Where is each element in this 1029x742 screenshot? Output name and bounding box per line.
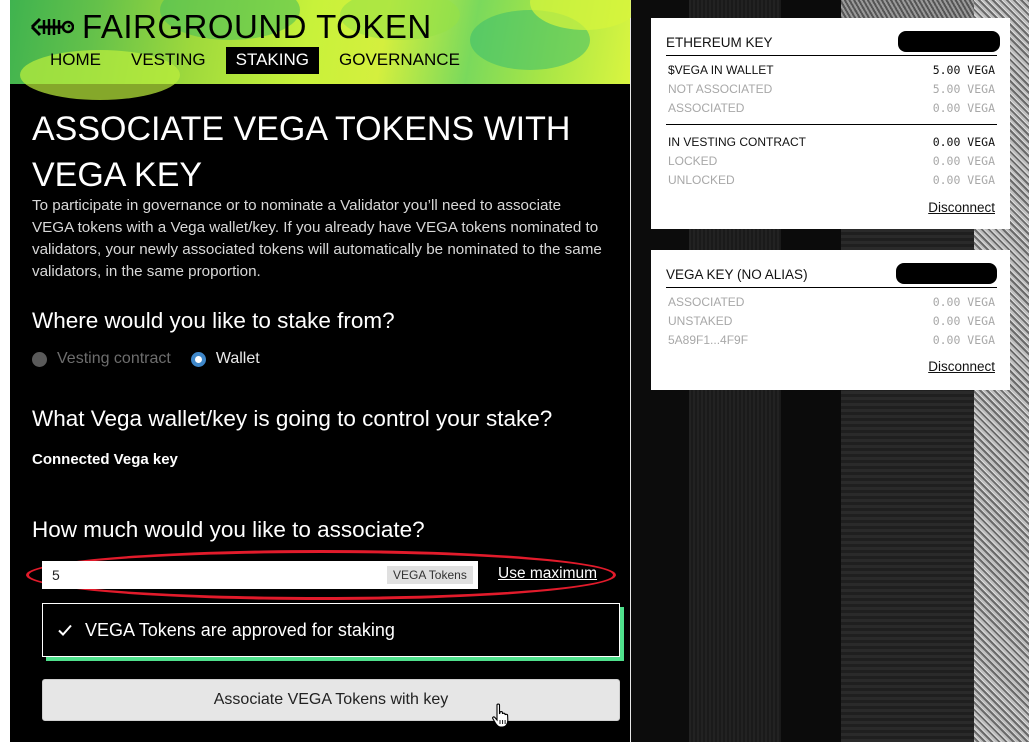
wallet-key-heading: What Vega wallet/key is going to control… (32, 406, 553, 431)
row-value: 0.00 VEGA (932, 154, 995, 168)
divider (666, 124, 997, 125)
row-label: ASSOCIATED (668, 101, 745, 115)
nav-home[interactable]: HOME (40, 47, 111, 74)
row-value: 0.00 VEGA (932, 314, 995, 328)
row-value: 0.00 VEGA (932, 295, 995, 309)
row-label: ASSOCIATED (668, 295, 745, 309)
page-title: ASSOCIATE VEGA TOKENS WITH VEGA KEY (32, 110, 571, 194)
redacted-key (896, 263, 997, 284)
vega-key-card: VEGA KEY (NO ALIAS) ASSOCIATED 0.00 VEGA… (651, 250, 1010, 390)
radio-wallet[interactable] (190, 351, 206, 367)
stake-from-heading: Where would you like to stake from? (32, 308, 395, 333)
unlocked-row: UNLOCKED 0.00 VEGA (668, 173, 995, 187)
radio-wallet-label[interactable]: Wallet (216, 350, 260, 368)
nav-vesting[interactable]: VESTING (121, 47, 216, 74)
locked-row: LOCKED 0.00 VEGA (668, 154, 995, 168)
staking-panel: FAIRGROUND TOKEN HOME VESTING STAKING GO… (0, 0, 640, 742)
approval-status-callout: VEGA Tokens are approved for staking (42, 603, 620, 657)
ethereum-key-card: ETHEREUM KEY $VEGA IN WALLET 5.00 VEGA N… (651, 18, 1010, 229)
unstaked-row: UNSTAKED 0.00 VEGA (668, 314, 995, 328)
row-value: 5.00 VEGA (932, 82, 995, 96)
ethereum-key-title: ETHEREUM KEY (666, 35, 773, 50)
row-label: IN VESTING CONTRACT (668, 135, 807, 149)
radio-vesting-label[interactable]: Vesting contract (57, 350, 171, 368)
amount-unit-badge: VEGA Tokens (387, 566, 473, 584)
row-label: LOCKED (668, 154, 718, 168)
stake-source-radio-group: Vesting contract Wallet (32, 350, 260, 368)
main-nav: HOME VESTING STAKING GOVERNANCE (40, 47, 480, 74)
nav-staking[interactable]: STAKING (225, 47, 319, 74)
row-value: 0.00 VEGA (932, 173, 995, 187)
vega-associated-row: ASSOCIATED 0.00 VEGA (668, 295, 995, 309)
row-label: UNLOCKED (668, 173, 735, 187)
nav-governance[interactable]: GOVERNANCE (329, 47, 470, 74)
vega-disconnect-link[interactable]: Disconnect (928, 359, 995, 374)
ethereum-disconnect-link[interactable]: Disconnect (928, 200, 995, 215)
divider (666, 287, 997, 288)
node-stake-row: 5A89F1...4F9F 0.00 VEGA (668, 333, 995, 347)
row-label: NOT ASSOCIATED (668, 82, 773, 96)
in-vesting-contract-row: IN VESTING CONTRACT 0.00 VEGA (668, 135, 995, 149)
app-title: FAIRGROUND TOKEN (82, 8, 432, 45)
row-value: 0.00 VEGA (932, 101, 995, 115)
vega-key-title: VEGA KEY (NO ALIAS) (666, 267, 808, 282)
intro-text: To participate in governance or to nomin… (32, 197, 602, 280)
connected-vega-key-label: Connected Vega key (32, 451, 178, 468)
use-maximum-link[interactable]: Use maximum (498, 565, 597, 583)
redacted-address (898, 31, 1000, 52)
associate-tokens-button[interactable]: Associate VEGA Tokens with key (42, 679, 620, 721)
radio-vesting-contract[interactable] (32, 351, 47, 367)
checkmark-icon (58, 624, 72, 636)
row-label: UNSTAKED (668, 314, 733, 328)
row-value: 0.00 VEGA (932, 135, 995, 149)
fish-skeleton-logo-icon (30, 17, 74, 37)
associated-row: ASSOCIATED 0.00 VEGA (668, 101, 995, 115)
amount-heading: How much would you like to associate? (32, 517, 425, 542)
row-label: $VEGA IN WALLET (668, 63, 774, 77)
divider (666, 55, 997, 56)
not-associated-row: NOT ASSOCIATED 5.00 VEGA (668, 82, 995, 96)
row-value: 0.00 VEGA (932, 333, 995, 347)
app-header: FAIRGROUND TOKEN HOME VESTING STAKING GO… (10, 0, 640, 100)
row-label: 5A89F1...4F9F (668, 333, 749, 347)
vega-in-wallet-row: $VEGA IN WALLET 5.00 VEGA (668, 63, 995, 77)
hand-pointer-cursor-icon (492, 703, 509, 728)
approval-status-text: VEGA Tokens are approved for staking (85, 619, 395, 640)
row-value: 5.00 VEGA (932, 63, 995, 77)
